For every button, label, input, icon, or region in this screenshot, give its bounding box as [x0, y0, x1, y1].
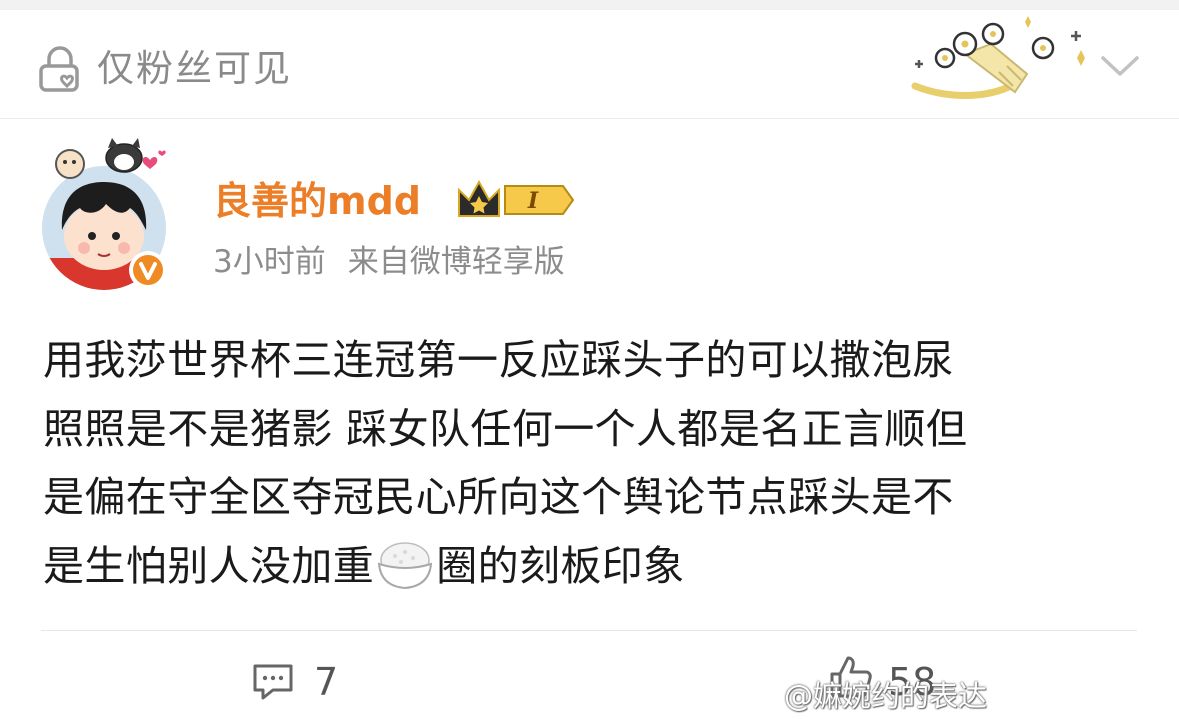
watermark-text: @嫲婉约的表达	[784, 679, 988, 713]
avatar[interactable]	[40, 138, 190, 294]
vip-level: I	[527, 188, 539, 214]
post-time: 3小时前	[213, 244, 326, 280]
rice-bowl-icon	[378, 541, 433, 589]
visibility-header: 仅粉丝可见	[0, 10, 1179, 119]
lock-icon	[39, 46, 79, 92]
comment-icon[interactable]	[251, 662, 295, 702]
divider	[41, 630, 1137, 631]
post-meta: 3小时前 来自微博轻享版	[213, 238, 565, 286]
post-line-last: 是生怕别人没加重 圈的刻板印象	[43, 532, 1143, 601]
post-line: 照照是不是猪影 踩女队任何一个人都是名正言顺但	[43, 404, 968, 453]
weibo-logo-icon	[743, 683, 779, 712]
vip-crown-badge-icon[interactable]: I	[455, 176, 575, 224]
post-line: 用我莎世界杯三连冠第一反应踩头子的可以撒泡尿	[43, 336, 954, 384]
post-line-tail: 圈的刻板印象	[436, 541, 685, 590]
top-strip	[0, 0, 1179, 10]
chevron-down-icon[interactable]	[1097, 48, 1143, 84]
username[interactable]: 良善的mdd	[213, 176, 421, 226]
visibility-label: 仅粉丝可见	[97, 47, 292, 90]
post-line-text: 是生怕别人没加重	[43, 541, 375, 590]
post-source[interactable]: 来自微博轻享版	[348, 244, 565, 280]
comment-count[interactable]: 7	[314, 656, 338, 708]
post-line: 是偏在守全区夺冠民心所向这个舆论节点踩头是不	[43, 473, 954, 521]
post-content: 用我莎世界杯三连冠第一反应踩头子的可以撒泡尿 照照是不是猪影 踩女队任何一个人都…	[43, 326, 1143, 600]
watermark: @嫲婉约的表达	[742, 676, 987, 716]
bouquet-decoration-icon	[911, 16, 1085, 99]
